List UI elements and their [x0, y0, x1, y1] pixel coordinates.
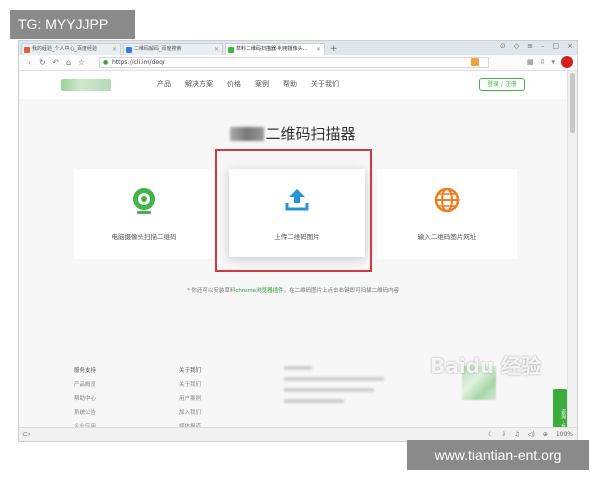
- zoom-level[interactable]: 100%: [556, 431, 573, 438]
- close-window-icon[interactable]: ×: [567, 42, 573, 50]
- back-icon[interactable]: ‹: [23, 58, 36, 67]
- tab-qr-scanner[interactable]: 草料二维码扫描器-利用摄像头… ×: [225, 43, 325, 55]
- zoom-icon[interactable]: ⊕: [543, 431, 548, 438]
- maximize-icon[interactable]: □: [553, 42, 560, 50]
- globe-icon: [434, 187, 460, 213]
- tab-bar: 我的经验_个人中心_百度经验 × 二维码解码_百度搜索 × 草料二维码扫描器-利…: [19, 41, 577, 55]
- menu-item-products[interactable]: 产品: [157, 79, 171, 89]
- blurred-brand-text: [230, 127, 265, 141]
- toolbar-right: ▦ ⇩ ▾: [527, 56, 573, 68]
- footer-contact-blurred: [284, 366, 394, 410]
- menu-item-solutions[interactable]: 解决方案: [185, 79, 213, 89]
- image-url-card[interactable]: 输入二维码图片网址: [377, 169, 517, 259]
- user-avatar[interactable]: [561, 56, 573, 68]
- scrollbar[interactable]: [567, 71, 577, 429]
- plugin-tip: * 你还可以安装草料chrome浏览器插件，在二维码图片上点击右键即可扫描二维码…: [186, 288, 400, 294]
- minimize-icon[interactable]: –: [541, 42, 545, 50]
- download-status-icon[interactable]: ⇩: [501, 431, 506, 438]
- sidebar-toggle-icon[interactable]: ⊏›: [23, 431, 30, 438]
- menu-item-pricing[interactable]: 价格: [227, 79, 241, 89]
- menu-item-about[interactable]: 关于我们: [311, 79, 339, 89]
- footer-link[interactable]: 用户案例: [179, 394, 201, 402]
- site-logo[interactable]: [61, 79, 111, 91]
- night-mode-icon[interactable]: ☾: [488, 431, 493, 438]
- footer-link[interactable]: 帮助中心: [74, 394, 96, 402]
- more-icon[interactable]: ▾: [551, 58, 555, 66]
- favicon-icon: [24, 47, 30, 53]
- window-controls: ⊙ ◇ ≡ – □ ×: [500, 42, 573, 50]
- tab-baidu-search[interactable]: 二维码解码_百度搜索 ×: [123, 43, 223, 55]
- lock-icon: ●: [103, 59, 109, 66]
- menu-icon[interactable]: ≡: [527, 42, 533, 50]
- highlight-box: [215, 149, 372, 272]
- footer-link[interactable]: 加入我们: [179, 408, 201, 416]
- sound-icon[interactable]: ◁): [528, 431, 535, 438]
- page-title: 二维码扫描器: [19, 123, 567, 144]
- close-icon[interactable]: ×: [112, 44, 117, 55]
- close-icon[interactable]: ×: [214, 44, 219, 55]
- undo-icon[interactable]: ↶: [49, 58, 62, 67]
- footer-link[interactable]: 产品概览: [74, 380, 96, 388]
- status-bar: ⊏› ☾ ⇩ ♫ ◁) ⊕ 100%: [19, 427, 577, 441]
- download-icon[interactable]: ⇩: [540, 58, 546, 66]
- address-bar[interactable]: ● https://cli.im/deqr: [99, 57, 489, 68]
- menu-item-help[interactable]: 帮助: [283, 79, 297, 89]
- tab-baidu-experience[interactable]: 我的经验_个人中心_百度经验 ×: [21, 43, 121, 55]
- top-watermark-tag: TG: MYYJJPP: [10, 10, 135, 39]
- favicon-icon: [126, 47, 132, 53]
- home-icon[interactable]: ⌂: [62, 58, 75, 67]
- status-right: ☾ ⇩ ♫ ◁) ⊕ 100%: [488, 431, 573, 438]
- footer-column-support: 服务支持 产品概览 帮助中心 系统公告 企业应用: [74, 366, 96, 436]
- extensions-icon[interactable]: ▦: [527, 58, 534, 66]
- sync-icon[interactable]: ⊙: [500, 42, 506, 50]
- mic-icon[interactable]: ♫: [514, 431, 519, 438]
- shield-icon[interactable]: ◇: [514, 42, 519, 50]
- scroll-thumb[interactable]: [570, 73, 575, 133]
- menu-item-cases[interactable]: 案例: [255, 79, 269, 89]
- reload-icon[interactable]: ↻: [36, 58, 49, 67]
- login-register-button[interactable]: 登录 / 注册: [479, 78, 525, 91]
- site-menu: 产品 解决方案 价格 案例 帮助 关于我们: [157, 79, 339, 89]
- camera-scan-label: 电脑摄像头扫描二维码: [111, 233, 177, 241]
- close-icon[interactable]: ×: [316, 44, 321, 55]
- browser-window: 我的经验_个人中心_百度经验 × 二维码解码_百度搜索 × 草料二维码扫描器-利…: [18, 40, 578, 442]
- site-header: 产品 解决方案 价格 案例 帮助 关于我们 登录 / 注册: [19, 71, 567, 99]
- new-tab-button[interactable]: +: [327, 43, 338, 55]
- footer-link[interactable]: 系统公告: [74, 408, 96, 416]
- chrome-plugin-link[interactable]: chrome浏览器插件: [235, 288, 283, 294]
- image-url-label: 输入二维码图片网址: [417, 233, 477, 241]
- navigation-bar: ‹ ↻ ↶ ⌂ ☆ ● https://cli.im/deqr ▦ ⇩ ▾: [19, 55, 577, 71]
- bottom-watermark-tag: www.tiantian-ent.org: [407, 440, 589, 470]
- camera-scan-card[interactable]: 电脑摄像头扫描二维码: [74, 169, 214, 259]
- favicon-icon: [228, 47, 234, 53]
- baidu-watermark: Baidu 经验: [430, 354, 542, 378]
- footer-column-about: 关于我们 关于我们 用户案例 加入我们 媒体报道: [179, 366, 201, 436]
- star-icon[interactable]: ☆: [75, 58, 88, 67]
- search-engine-icon[interactable]: [471, 58, 479, 66]
- footer-link[interactable]: 关于我们: [179, 380, 201, 388]
- webcam-icon: [133, 188, 155, 214]
